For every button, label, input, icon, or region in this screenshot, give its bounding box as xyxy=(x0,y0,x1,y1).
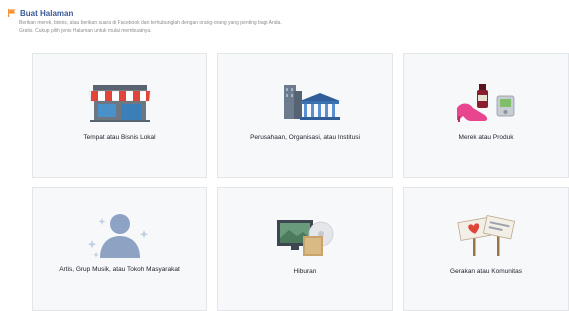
category-label: Merek atau Produk xyxy=(458,134,514,141)
category-cause-community[interactable]: Gerakan atau Komunitas xyxy=(403,187,569,311)
category-grid: Tempat atau Bisnis Lokal Perusahaan, Org… xyxy=(32,53,569,311)
create-page-header: Buat Halaman Berikan merek, bisnis, atau… xyxy=(7,6,567,36)
category-label: Gerakan atau Komunitas xyxy=(450,268,522,275)
public-figure-icon xyxy=(82,208,158,260)
entertainment-icon xyxy=(269,212,341,258)
storefront-icon xyxy=(85,83,155,123)
description-text: Berikan merek, bisnis, atau berikan suar… xyxy=(19,20,282,26)
flag-icon xyxy=(7,8,17,18)
page-description: Berikan merek, bisnis, atau berikan suar… xyxy=(19,20,319,35)
category-label: Tempat atau Bisnis Lokal xyxy=(83,134,156,141)
cause-community-icon xyxy=(451,214,521,258)
description-hint: Gratis. Cukup pilih jenis Halaman untuk … xyxy=(19,28,152,34)
category-label: Artis, Grup Musik, atau Tokoh Masyarakat xyxy=(59,266,180,273)
category-company-organization[interactable]: Perusahaan, Organisasi, atau Institusi xyxy=(217,53,393,178)
brand-products-icon xyxy=(451,80,521,124)
category-brand-product[interactable]: Merek atau Produk xyxy=(403,53,569,178)
category-local-business[interactable]: Tempat atau Bisnis Lokal xyxy=(32,53,207,178)
buildings-icon xyxy=(268,81,342,123)
title-row: Buat Halaman xyxy=(7,6,567,20)
category-artist-public-figure[interactable]: Artis, Grup Musik, atau Tokoh Masyarakat xyxy=(32,187,207,311)
category-label: Perusahaan, Organisasi, atau Institusi xyxy=(250,134,360,141)
category-label: Hiburan xyxy=(293,268,317,275)
category-entertainment[interactable]: Hiburan xyxy=(217,187,393,311)
page-title: Buat Halaman xyxy=(20,8,74,18)
